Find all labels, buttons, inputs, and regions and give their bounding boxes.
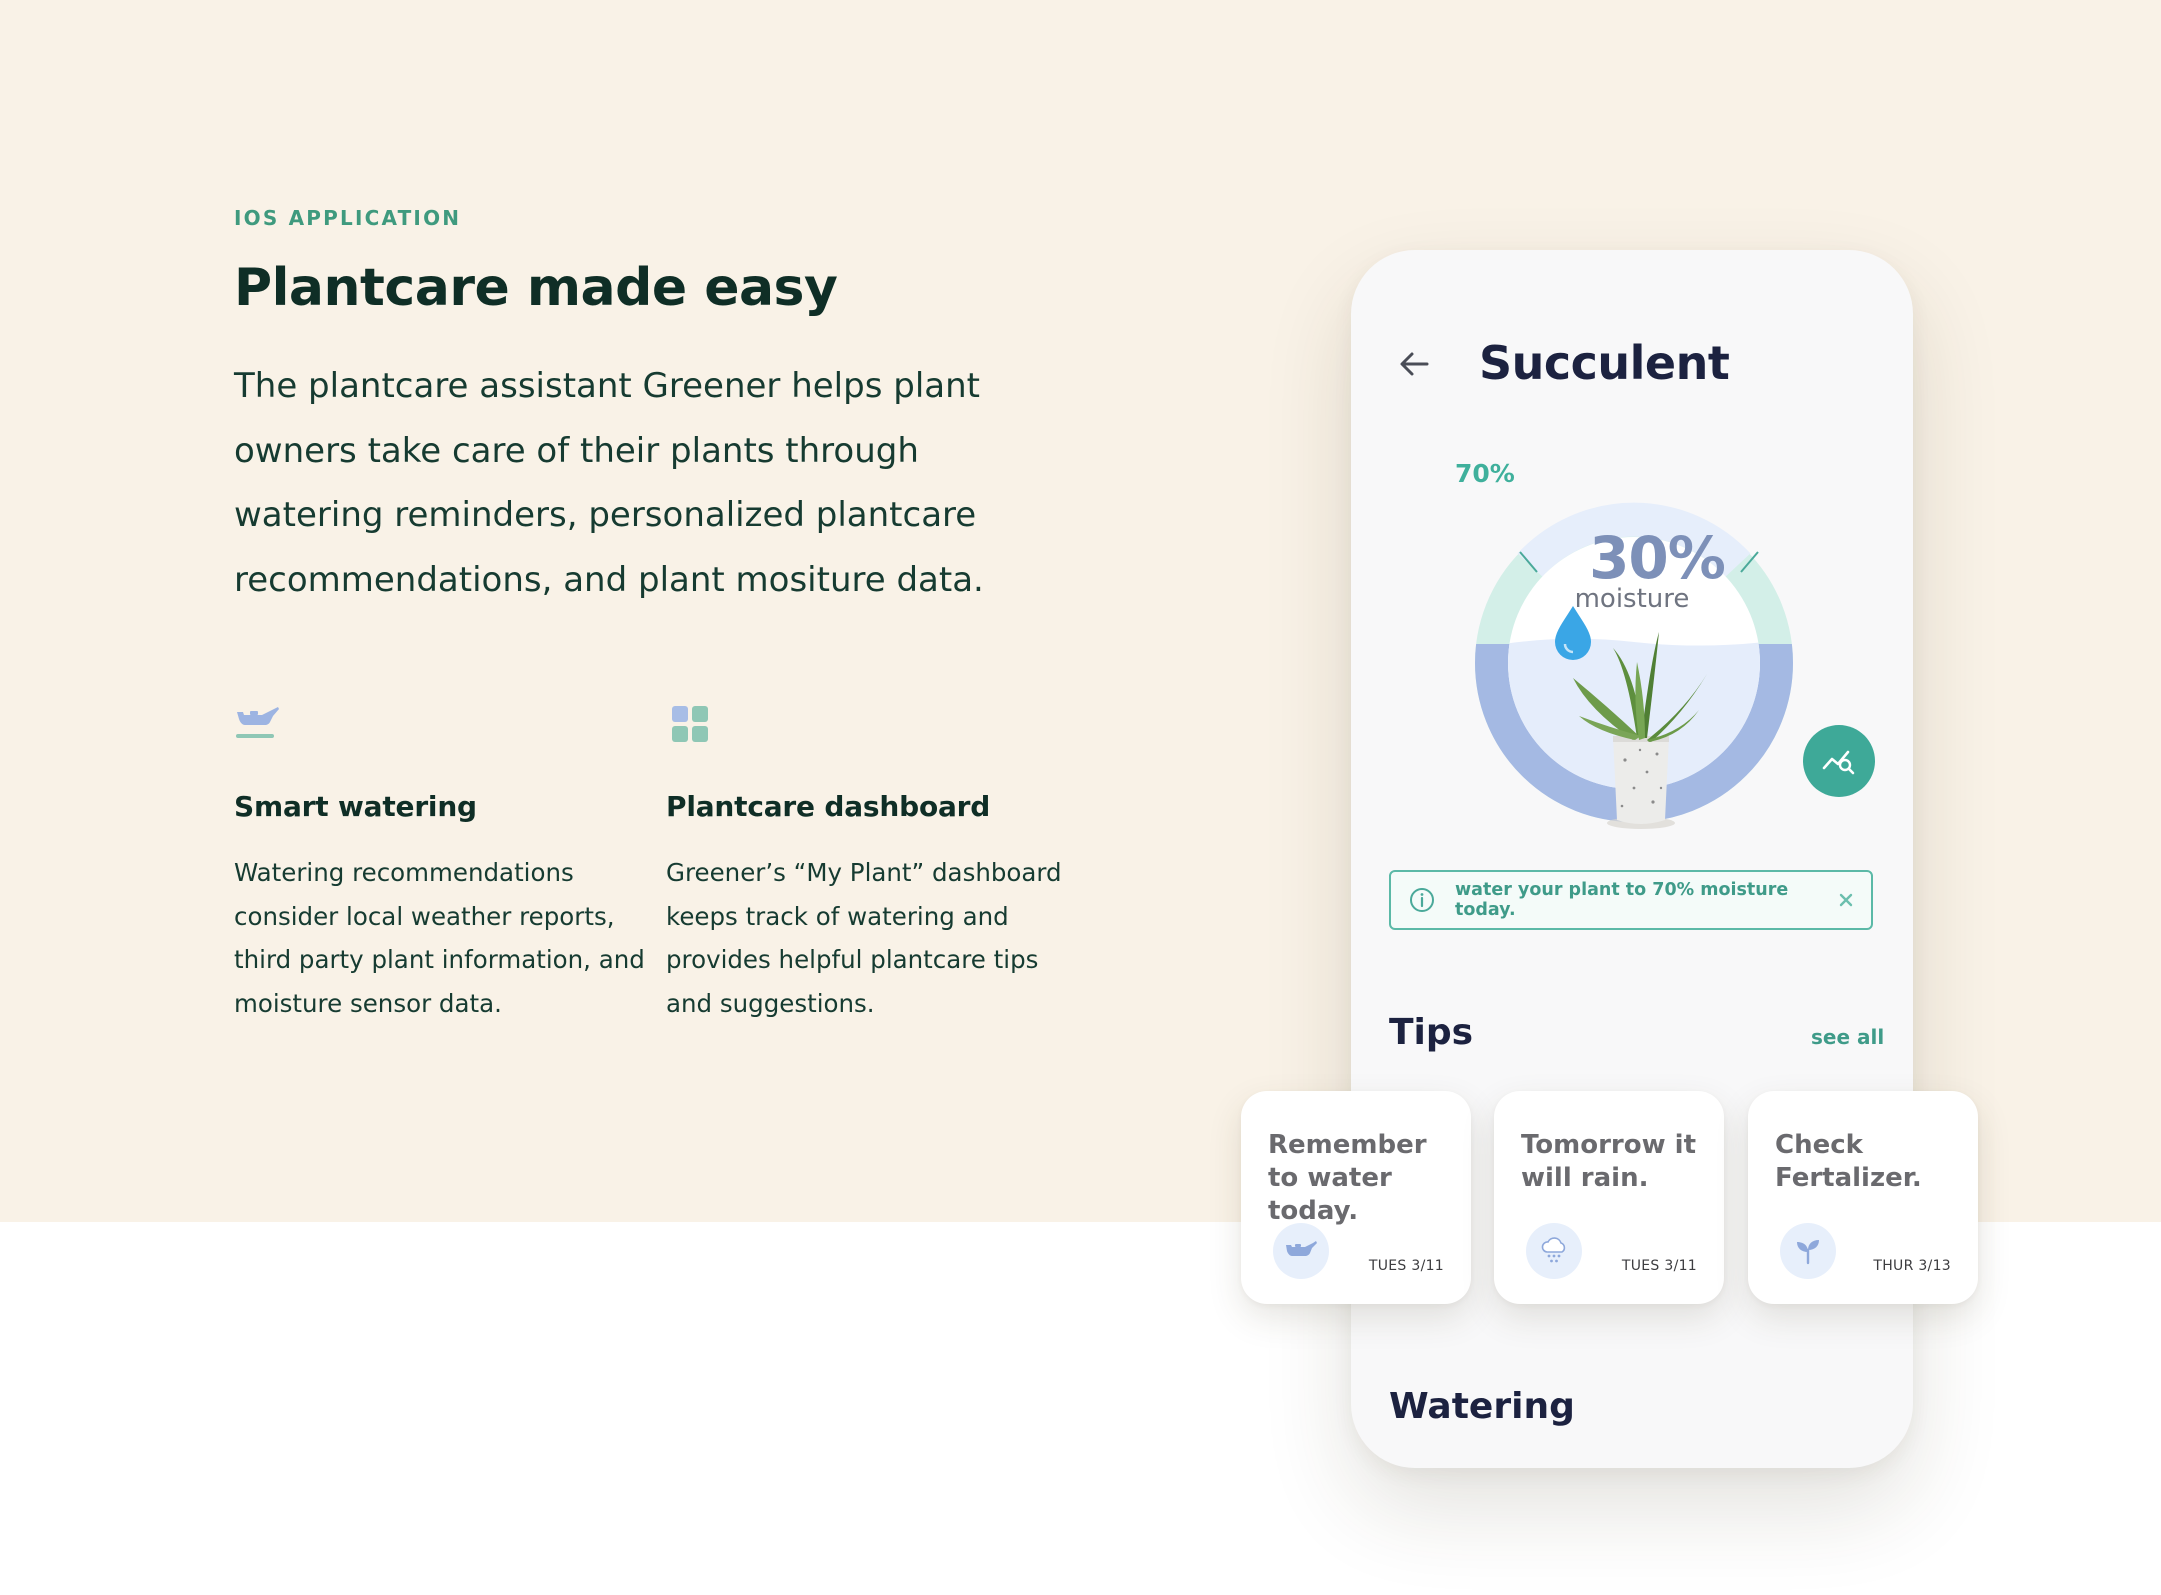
- feature-title: Smart watering: [234, 790, 477, 823]
- close-icon[interactable]: [1839, 893, 1853, 907]
- chart-search-icon: [1822, 750, 1855, 775]
- moisture-label: moisture: [1574, 584, 1690, 614]
- tip-date: THUR 3/13: [1873, 1258, 1951, 1274]
- watering-can-icon: [236, 707, 279, 738]
- watering-alert-banner: water your plant to 70% moisture today.: [1389, 870, 1873, 930]
- moisture-value: 30%: [1589, 524, 1726, 592]
- feature-smart-watering: Smart watering Watering recommendations …: [234, 704, 654, 1025]
- feature-description: Greener’s “My Plant” dashboard keeps tra…: [666, 858, 1062, 1018]
- page-title: Plantcare made easy: [234, 258, 838, 318]
- see-all-link[interactable]: see all: [1811, 1025, 1884, 1049]
- dashboard-grid-icon: [672, 706, 708, 742]
- info-icon: [1410, 888, 1434, 912]
- back-arrow-icon[interactable]: [1397, 348, 1433, 380]
- feature-plantcare-dashboard: Plantcare dashboard Greener’s “My Plant”…: [666, 704, 1086, 1025]
- tip-icon-badge: [1780, 1223, 1836, 1279]
- tip-card-rain-tomorrow[interactable]: Tomorrow it will rain. TUES 3/11: [1494, 1091, 1724, 1304]
- feature-title: Plantcare dashboard: [666, 790, 991, 823]
- feature-description: Watering recommendations consider local …: [234, 858, 645, 1018]
- intro-paragraph: The plantcare assistant Greener helps pl…: [234, 366, 984, 600]
- sprout-icon: [1797, 1240, 1819, 1265]
- moisture-analytics-button[interactable]: [1803, 725, 1875, 797]
- tip-icon-badge: [1526, 1223, 1582, 1279]
- alert-message: water your plant to 70% moisture today.: [1455, 880, 1789, 920]
- tip-text: Tomorrow it will rain.: [1521, 1130, 1697, 1193]
- tips-section-title: Tips: [1389, 1012, 1474, 1053]
- tip-card-check-fertilizer[interactable]: Check Fertalizer. THUR 3/13: [1748, 1091, 1978, 1304]
- tip-text: Check Fertalizer.: [1775, 1130, 1922, 1193]
- tip-text: Remember to water today.: [1268, 1130, 1427, 1226]
- watering-section-title: Watering: [1389, 1386, 1575, 1427]
- tip-date: TUES 3/11: [1621, 1258, 1697, 1274]
- eyebrow-label: IOS APPLICATION: [234, 206, 462, 230]
- rain-cloud-icon: [1541, 1237, 1566, 1263]
- tip-icon-badge: [1273, 1223, 1329, 1279]
- tip-date: TUES 3/11: [1368, 1258, 1444, 1274]
- plant-name-title: Succulent: [1479, 336, 1730, 390]
- tip-card-water-today[interactable]: Remember to water today. TUES 3/11: [1241, 1091, 1471, 1304]
- target-moisture-label: 70%: [1455, 459, 1515, 488]
- watering-can-icon: [1286, 1241, 1317, 1256]
